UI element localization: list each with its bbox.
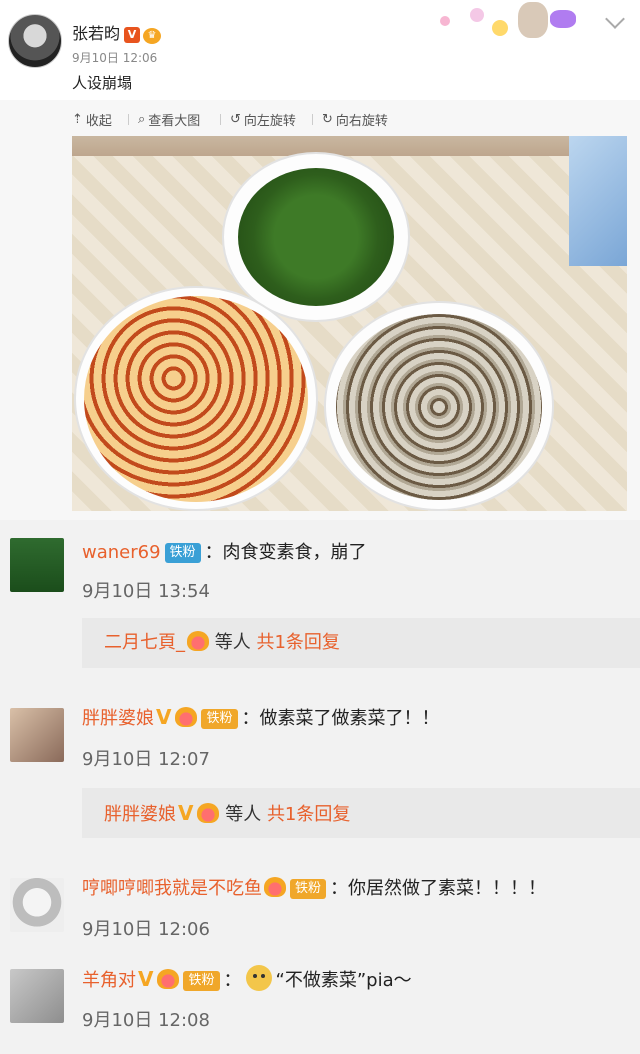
comment-time: 9月10日 13:54: [82, 581, 210, 602]
vip-crown-icon: [264, 877, 286, 897]
comment-text: “不做素菜”pia～: [275, 970, 412, 991]
comment-time: 9月10日 12:07: [82, 749, 210, 770]
vip-crown-icon: ♛: [143, 28, 162, 44]
vip-crown-icon: [197, 803, 220, 823]
post-time: 9月10日 12:06: [72, 51, 158, 65]
comment-text: ：做素菜了做素菜了！！: [241, 708, 440, 729]
dish-mapo-tofu: [84, 296, 308, 502]
fan-badge: 铁粉: [290, 879, 327, 899]
view-large-label: 查看大图: [148, 114, 201, 129]
comment-text: ：肉食变素食，崩了: [204, 542, 367, 563]
comment-colon: ：: [223, 970, 242, 991]
reply-connector: 等人: [209, 632, 257, 653]
comment-time: 9月10日 12:06: [82, 919, 210, 940]
verified-v-icon: V: [138, 967, 154, 991]
collapse-label: 收起: [85, 114, 112, 129]
post-photo[interactable]: [72, 136, 627, 511]
dish-stirfried-greens: [238, 168, 394, 306]
view-large-button[interactable]: ⌕ 查看大图: [138, 110, 200, 129]
fan-badge: 铁粉: [164, 543, 201, 563]
comment-item: 羊角对 V 铁粉： “不做素菜”pia～ 9月10日 12:08: [0, 955, 640, 1054]
reply-count-link[interactable]: 共1条回复: [267, 804, 350, 825]
comment-line: 哼唧哼唧我就是不吃鱼 铁粉 ：你居然做了素菜！！！！: [82, 874, 546, 900]
photo-tissue-box: [569, 136, 627, 266]
rotate-left-label: 向左旋转: [243, 114, 296, 129]
author-name-text[interactable]: 张若昀: [72, 24, 120, 43]
comment-line: 羊角对 V 铁粉： “不做素菜”pia～: [82, 965, 412, 992]
comment-time: 9月10日 12:08: [82, 1010, 210, 1031]
image-toolbar: ⇡ 收起 ⌕ 查看大图 ↺ 向左旋转 ↻ 向右旋转: [0, 104, 640, 132]
commenter-name[interactable]: 哼唧哼唧我就是不吃鱼: [82, 878, 262, 899]
verified-v-icon: V: [178, 801, 194, 825]
rotate-right-icon: ↻: [322, 112, 333, 127]
vip-crown-icon: [187, 631, 209, 651]
rotate-right-button[interactable]: ↻ 向右旋转: [322, 110, 388, 129]
rotate-left-icon: ↺: [230, 112, 241, 127]
commenter-avatar[interactable]: [10, 708, 64, 762]
comment-item: waner69 铁粉 ：肉食变素食，崩了 9月10日 13:54 二月七頁_ 等人 …: [0, 520, 640, 690]
reply-summary[interactable]: 二月七頁_ 等人 共1条回复: [82, 618, 640, 668]
verified-v-icon: V: [156, 705, 172, 729]
vip-crown-icon: [157, 969, 180, 989]
commenter-avatar[interactable]: [10, 878, 64, 932]
dish-clams: [336, 314, 542, 500]
header-decoration-image: [430, 2, 580, 38]
rotate-right-label: 向右旋转: [335, 114, 388, 129]
toolbar-divider: [220, 114, 221, 125]
comment-item: 哼唧哼唧我就是不吃鱼 铁粉 ：你居然做了素菜！！！！ 9月10日 12:06: [0, 860, 640, 955]
reply-summary[interactable]: 胖胖婆娘 V 等人 共1条回复: [82, 788, 640, 838]
comment-line: 胖胖婆娘 V 铁粉 ：做素菜了做素菜了！！: [82, 704, 440, 730]
author-avatar[interactable]: [8, 14, 62, 68]
comment-line: waner69 铁粉 ：肉食变素食，崩了: [82, 538, 367, 564]
verified-v-icon: V: [124, 27, 141, 43]
author-name[interactable]: 张若昀 V ♛: [72, 20, 162, 44]
post-header: 张若昀 V ♛ 9月10日 12:06 人设崩塌: [0, 0, 640, 100]
reply-author[interactable]: 胖胖婆娘: [104, 804, 176, 825]
comment-text: ：你居然做了素菜！！！！: [330, 878, 547, 899]
fan-badge: 铁粉: [183, 971, 220, 991]
collapse-icon: ⇡: [72, 112, 83, 127]
toolbar-divider: [312, 114, 313, 125]
reply-connector: 等人: [219, 804, 267, 825]
reply-author[interactable]: 二月七頁_: [104, 632, 185, 653]
vip-crown-icon: [175, 707, 198, 727]
commenter-avatar[interactable]: [10, 969, 64, 1023]
collapse-button[interactable]: ⇡ 收起: [72, 110, 112, 129]
magnifier-icon: ⌕: [138, 112, 146, 127]
chevron-down-icon[interactable]: [605, 9, 625, 29]
reply-count-link[interactable]: 共1条回复: [256, 632, 339, 653]
weibo-post: 张若昀 V ♛ 9月10日 12:06 人设崩塌 ⇡ 收起 ⌕ 查看大图 ↺ 向左旋…: [0, 0, 640, 520]
commenter-name[interactable]: waner69: [82, 542, 161, 563]
post-text: 人设崩塌: [72, 74, 133, 92]
commenter-name[interactable]: 羊角对: [82, 970, 136, 991]
commenter-name[interactable]: 胖胖婆娘: [82, 708, 154, 729]
rotate-left-button[interactable]: ↺ 向左旋转: [230, 110, 296, 129]
commenter-avatar[interactable]: [10, 538, 64, 592]
comment-item: 胖胖婆娘 V 铁粉 ：做素菜了做素菜了！！ 9月10日 12:07 胖胖婆娘 V 等人 …: [0, 690, 640, 860]
doge-emoji-icon: [245, 965, 272, 991]
toolbar-divider: [128, 114, 129, 125]
fan-badge: 铁粉: [201, 709, 238, 729]
